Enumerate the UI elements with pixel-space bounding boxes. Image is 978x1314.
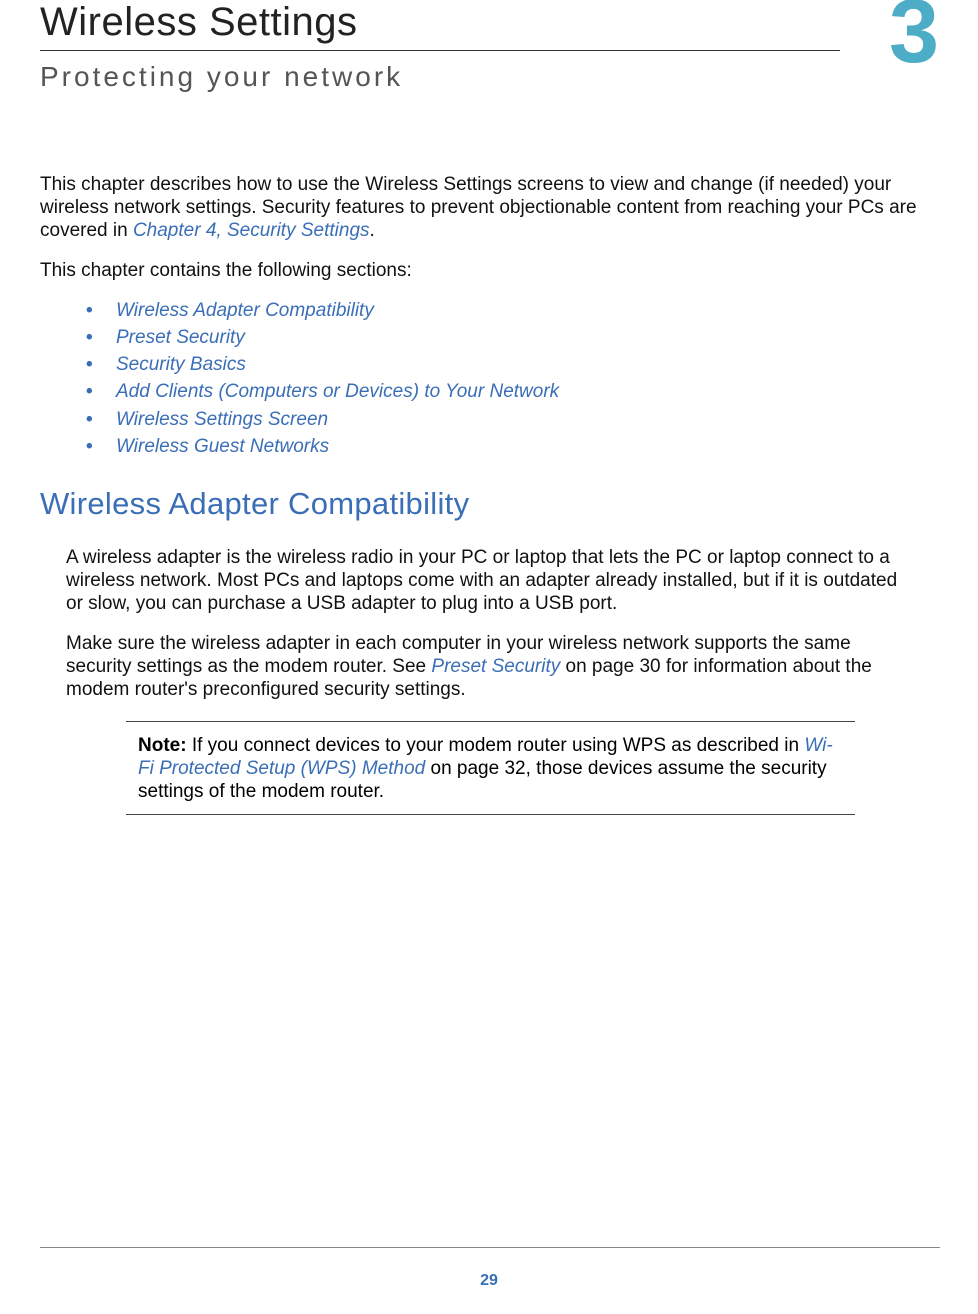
toc-item-wireless-adapter-compatibility[interactable]: Wireless Adapter Compatibility: [86, 298, 925, 324]
section1-paragraph-2: Make sure the wireless adapter in each c…: [66, 632, 915, 702]
section-body: A wireless adapter is the wireless radio…: [40, 546, 925, 815]
section1-paragraph-1: A wireless adapter is the wireless radio…: [66, 546, 915, 616]
chapter-number: 3: [889, 0, 939, 77]
note-box: Note: If you connect devices to your mod…: [126, 721, 855, 815]
chapter-title: Wireless Settings: [40, 0, 925, 44]
link-chapter-4[interactable]: Chapter 4, Security Settings: [133, 220, 370, 241]
toc-item-preset-security[interactable]: Preset Security: [86, 325, 925, 351]
section-heading-wireless-adapter-compatibility: Wireless Adapter Compatibility: [40, 486, 925, 522]
intro-paragraph-2: This chapter contains the following sect…: [40, 259, 925, 282]
chapter-subtitle: Protecting your network: [40, 61, 925, 93]
intro-paragraph-1: This chapter describes how to use the Wi…: [40, 173, 925, 243]
header-wrap: Wireless Settings 3 Protecting your netw…: [40, 0, 925, 93]
toc-item-wireless-guest-networks[interactable]: Wireless Guest Networks: [86, 434, 925, 460]
note-label: Note:: [138, 735, 192, 756]
toc-list: Wireless Adapter Compatibility Preset Se…: [40, 298, 925, 460]
toc-item-add-clients[interactable]: Add Clients (Computers or Devices) to Yo…: [86, 379, 925, 405]
footer-rule: [40, 1247, 940, 1248]
page-number: 29: [0, 1272, 978, 1290]
toc-item-security-basics[interactable]: Security Basics: [86, 352, 925, 378]
toc-item-wireless-settings-screen[interactable]: Wireless Settings Screen: [86, 407, 925, 433]
text-fragment: .: [370, 220, 375, 241]
page-content: Wireless Settings 3 Protecting your netw…: [0, 0, 960, 815]
link-preset-security[interactable]: Preset Security: [431, 656, 560, 677]
text-fragment: If you connect devices to your modem rou…: [192, 735, 805, 756]
note-content: Note: If you connect devices to your mod…: [134, 734, 847, 804]
header-rule: [40, 50, 840, 51]
